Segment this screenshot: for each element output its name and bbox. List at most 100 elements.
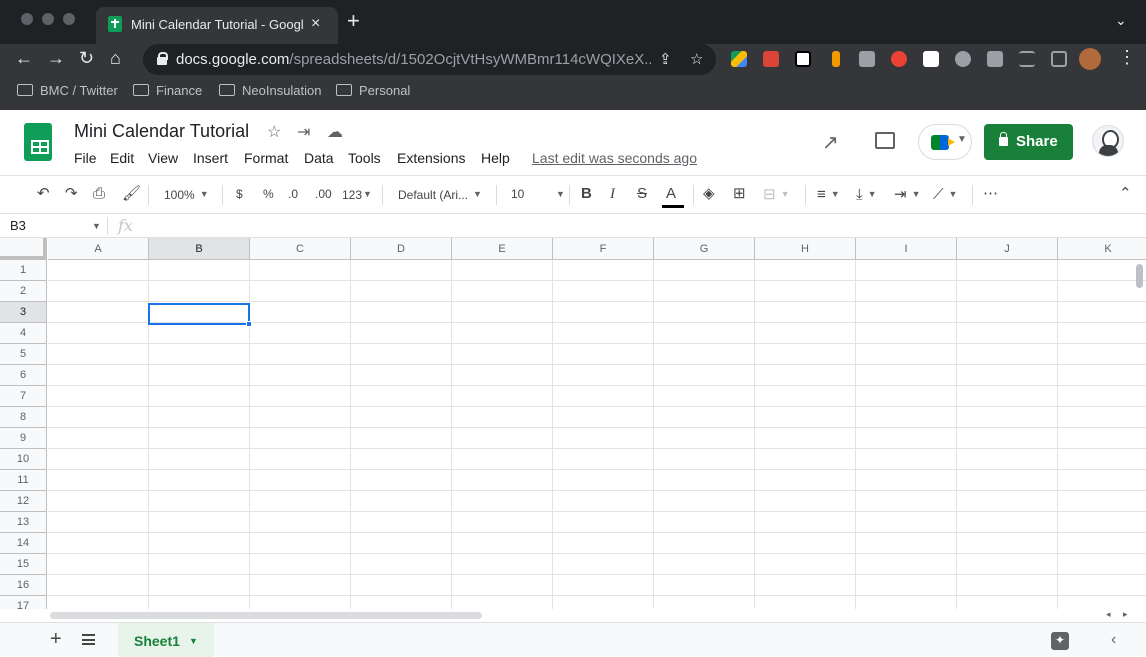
move-folder-icon[interactable]: ⇥ <box>297 122 310 142</box>
menu-edit[interactable]: Edit <box>110 150 134 166</box>
column-header-c[interactable]: C <box>250 238 351 260</box>
horizontal-align-icon[interactable]: ≡ ▼ <box>817 185 840 204</box>
bookmark-star-icon[interactable]: ☆ <box>690 50 703 68</box>
row-header-14[interactable]: 14 <box>0 533 47 554</box>
minimize-window-button[interactable] <box>42 13 54 25</box>
column-header-g[interactable]: G <box>654 238 755 260</box>
explore-icon[interactable] <box>1051 632 1069 650</box>
zoom-select[interactable]: 100% ▼ <box>164 185 209 204</box>
collapse-toolbar-chevron-icon[interactable]: ⌃ <box>1119 185 1132 203</box>
row-header-4[interactable]: 4 <box>0 323 47 344</box>
borders-icon[interactable]: ⊞ <box>733 185 746 203</box>
row-header-16[interactable]: 16 <box>0 575 47 596</box>
share-button[interactable]: Share <box>984 124 1073 160</box>
vertical-scrollbar[interactable] <box>1136 264 1143 288</box>
column-header-h[interactable]: H <box>755 238 856 260</box>
row-header-17[interactable]: 17 <box>0 596 47 609</box>
column-header-a[interactable]: A <box>48 238 149 260</box>
star-icon[interactable]: ☆ <box>267 122 281 142</box>
add-sheet-button[interactable]: + <box>50 629 62 649</box>
text-rotation-icon[interactable]: ⟋ ▼ <box>933 185 957 204</box>
bookmark-folder-neoinsulation[interactable]: NeoInsulation <box>219 83 322 101</box>
row-header-3[interactable]: 3 <box>0 302 47 323</box>
row-header-11[interactable]: 11 <box>0 470 47 491</box>
horizontal-scrollbar[interactable] <box>50 612 482 619</box>
comment-history-icon[interactable] <box>875 132 895 149</box>
sheet-tab-sheet1[interactable]: Sheet1 ▼ <box>118 623 214 657</box>
row-header-12[interactable]: 12 <box>0 491 47 512</box>
scroll-left-arrow-icon[interactable]: ◂ <box>1106 609 1111 620</box>
reload-icon[interactable]: ↻ <box>79 49 94 67</box>
browser-tab-active[interactable]: Mini Calendar Tutorial - Google Sheets × <box>96 7 338 44</box>
row-header-5[interactable]: 5 <box>0 344 47 365</box>
google-drive-extension-icon[interactable] <box>731 51 747 67</box>
vertical-align-icon[interactable]: ⤓ ▼ <box>856 185 877 204</box>
maximize-window-button[interactable] <box>63 13 75 25</box>
lastpass-extension-icon[interactable] <box>763 51 779 67</box>
last-edit-link[interactable]: Last edit was seconds ago <box>532 150 697 166</box>
menu-file[interactable]: File <box>74 150 97 166</box>
extensions-puzzle-icon[interactable] <box>987 51 1003 67</box>
chevron-left-icon[interactable]: ‹ <box>1111 631 1116 649</box>
column-header-i[interactable]: I <box>856 238 957 260</box>
home-icon[interactable]: ⌂ <box>110 49 121 67</box>
dark-mode-extension-icon[interactable] <box>955 51 971 67</box>
scroll-right-arrow-icon[interactable]: ▸ <box>1123 609 1128 620</box>
row-header-9[interactable]: 9 <box>0 428 47 449</box>
redo-icon[interactable]: ↷ <box>65 185 78 203</box>
print-icon[interactable]: ⎙ <box>93 185 105 203</box>
url-text[interactable]: docs.google.com/spreadsheets/d/1502OcjtV… <box>176 51 651 68</box>
bookmark-folder-finance[interactable]: Finance <box>133 83 202 101</box>
sheets-logo-icon[interactable] <box>24 123 52 161</box>
side-panel-icon[interactable] <box>1051 51 1067 67</box>
readwise-extension-icon[interactable] <box>859 51 875 67</box>
decrease-decimal-button[interactable]: .0 <box>288 185 298 203</box>
paint-format-icon[interactable]: 🖌 <box>122 185 141 203</box>
row-header-10[interactable]: 10 <box>0 449 47 470</box>
new-tab-button[interactable]: + <box>347 10 360 32</box>
currency-format-button[interactable]: $ <box>236 185 243 203</box>
bookmark-folder-personal[interactable]: Personal <box>336 83 410 101</box>
row-header-15[interactable]: 15 <box>0 554 47 575</box>
todoist-extension-icon[interactable] <box>891 51 907 67</box>
column-header-f[interactable]: F <box>553 238 654 260</box>
row-header-7[interactable]: 7 <box>0 386 47 407</box>
text-wrapping-icon[interactable]: ⇥ ▼ <box>894 185 921 204</box>
italic-button[interactable]: I <box>610 185 615 203</box>
row-header-13[interactable]: 13 <box>0 512 47 533</box>
account-avatar[interactable] <box>1092 125 1124 157</box>
address-bar[interactable]: docs.google.com/spreadsheets/d/1502OcjtV… <box>143 44 716 75</box>
tab-search-chevron-icon[interactable]: ⌄ <box>1115 12 1127 29</box>
more-formats-select[interactable]: 123▼ <box>342 185 372 204</box>
increase-decimal-button[interactable]: .00 <box>315 185 332 203</box>
column-header-e[interactable]: E <box>452 238 553 260</box>
bold-button[interactable]: B <box>581 185 592 203</box>
lock-icon[interactable] <box>157 52 168 65</box>
row-header-8[interactable]: 8 <box>0 407 47 428</box>
bookmark-folder-bmc-twitter[interactable]: BMC / Twitter <box>17 83 118 101</box>
meet-button[interactable]: ▼ <box>918 124 972 160</box>
profile-avatar[interactable] <box>1079 48 1101 70</box>
row-header-6[interactable]: 6 <box>0 365 47 386</box>
close-tab-icon[interactable]: × <box>311 15 320 33</box>
column-header-d[interactable]: D <box>351 238 452 260</box>
row-header-2[interactable]: 2 <box>0 281 47 302</box>
honey-extension-icon[interactable] <box>832 51 840 67</box>
select-all-corner[interactable] <box>0 238 47 260</box>
strikethrough-button[interactable]: S <box>637 185 647 203</box>
activity-trend-icon[interactable]: ↗ <box>822 130 839 155</box>
column-header-k[interactable]: K <box>1058 238 1146 260</box>
column-header-b[interactable]: B <box>149 238 250 260</box>
undo-icon[interactable]: ↶ <box>37 185 50 203</box>
column-header-j[interactable]: J <box>957 238 1058 260</box>
menu-format[interactable]: Format <box>244 150 288 166</box>
chevron-down-icon[interactable]: ▼ <box>189 636 198 646</box>
menu-data[interactable]: Data <box>304 150 334 166</box>
reading-list-icon[interactable] <box>1019 51 1035 67</box>
text-color-button[interactable]: A <box>666 185 676 203</box>
more-options-icon[interactable]: ⋯ <box>983 185 998 203</box>
menu-view[interactable]: View <box>148 150 178 166</box>
percent-format-button[interactable]: % <box>263 185 274 203</box>
chrome-menu-icon[interactable]: ⋮ <box>1118 47 1136 68</box>
fill-color-icon[interactable]: ◈ <box>703 185 715 203</box>
